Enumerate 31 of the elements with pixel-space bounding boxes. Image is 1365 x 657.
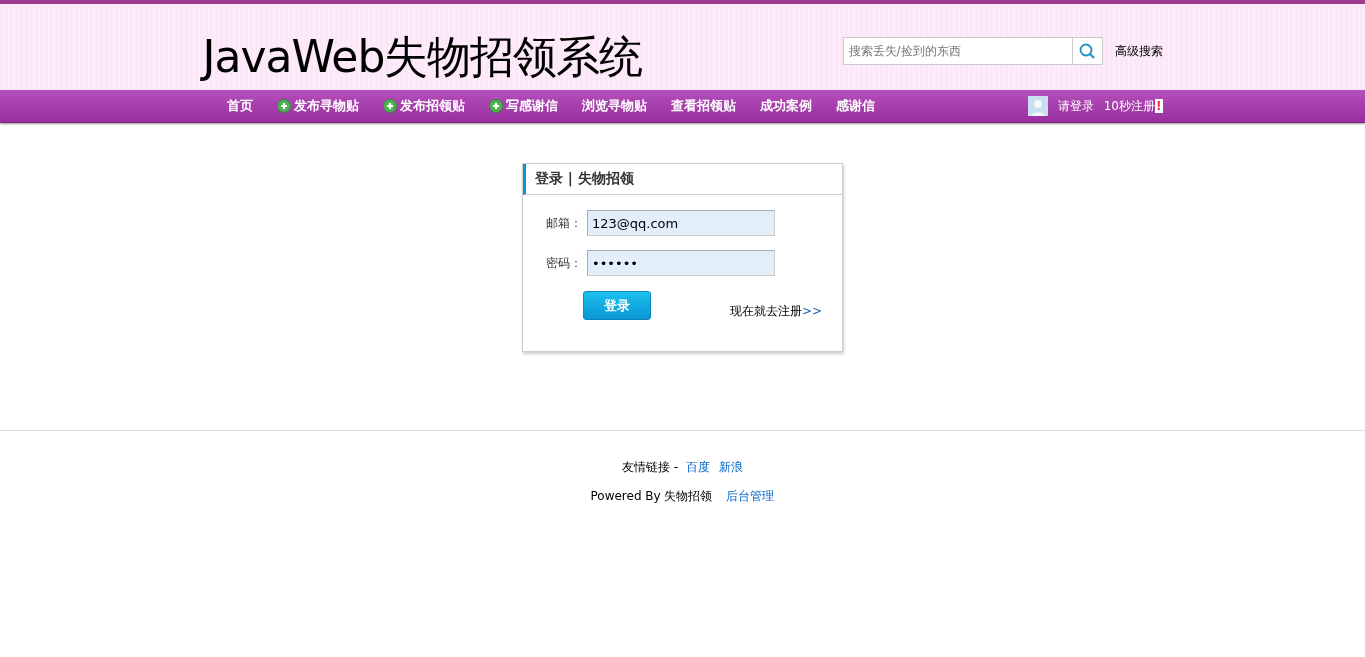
input-field[interactable]: ••••••	[587, 250, 775, 276]
login-link[interactable]: 请登录	[1057, 97, 1094, 115]
search-button[interactable]	[1072, 37, 1103, 65]
search-field[interactable]: 搜索丢失/捡到的东西	[842, 37, 1073, 65]
register-link[interactable]: 现在就去注册>>	[729, 303, 822, 320]
field-label: 密码：	[546, 254, 583, 272]
nav-link[interactable]: 感谢信	[823, 97, 887, 115]
links-label: 友情链接 -	[621, 459, 679, 476]
input-field[interactable]: 123@qq.com	[587, 210, 775, 236]
nav-link[interactable]: 发布寻物贴	[264, 97, 371, 115]
admin-link[interactable]: 后台管理	[726, 488, 775, 505]
plus-icon	[488, 99, 503, 113]
nav-link[interactable]: 成功案例	[747, 97, 824, 115]
search-icon	[1079, 43, 1095, 59]
nav-link[interactable]: 首页	[214, 97, 265, 115]
advanced-search-link[interactable]: 高级搜索	[1114, 42, 1163, 60]
footer-link[interactable]: 新浪	[719, 459, 744, 476]
site-logo: JavaWeb失物招领系统	[202, 29, 643, 84]
footer-link[interactable]: 百度	[686, 459, 711, 476]
avatar-icon	[1027, 96, 1048, 116]
field-label: 邮箱：	[546, 214, 583, 232]
nav-link[interactable]: 写感谢信	[476, 97, 570, 115]
nav-link[interactable]: 发布招领贴	[370, 97, 477, 115]
nav-link[interactable]: 查看招领贴	[658, 97, 748, 115]
plus-icon	[382, 99, 397, 113]
powered-by-text: Powered By 失物招领	[590, 488, 713, 505]
nav-link[interactable]: 浏览寻物贴	[569, 97, 659, 115]
plus-icon	[276, 99, 291, 113]
panel-title: 登录 | 失物招领	[535, 170, 634, 188]
exclamation-mark: !	[1155, 98, 1163, 113]
register-link[interactable]: 10秒注册	[1103, 98, 1155, 113]
